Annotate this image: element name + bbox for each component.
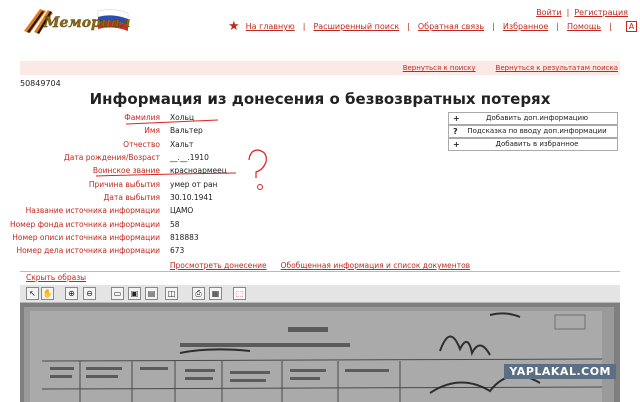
save-icon[interactable]: ▦ [209,287,222,300]
hide-images-link[interactable]: Скрыть образы [26,273,86,282]
divider [20,271,620,272]
watermark-text: YAPLAKAL.COM [504,364,616,379]
add-favorite-label: Добавить в избранное [495,140,579,148]
underline-rank-mark [95,172,237,177]
actual-size-icon[interactable]: ▤ [145,287,158,300]
viewer-toolbar: ↖ ✋ ⊕ ⊖ ▭ ▣ ▤ ◫ ⎙ ▦ ⬚ [20,285,620,303]
question-icon: ? [453,127,458,136]
fit-width-icon[interactable]: ▣ [128,287,141,300]
pdf-icon[interactable]: ⬚ [233,287,246,300]
pointer-tool-icon[interactable]: ↖ [26,287,39,300]
print-icon[interactable]: ⎙ [192,287,205,300]
plus-icon: + [453,114,460,123]
fit-page-icon[interactable]: ▭ [111,287,124,300]
document-links: Просмотреть донесение Обобщенная информац… [0,261,640,270]
view-report-link[interactable]: Просмотреть донесение [170,261,267,270]
add-favorite-button[interactable]: + Добавить в избранное [448,138,618,151]
summary-link[interactable]: Обобщенная информация и список документо… [281,261,470,270]
input-hint-button[interactable]: ? Подсказка по вводу доп.информации [448,125,618,138]
question-mark-scribble [248,149,267,190]
rotate-icon[interactable]: ◫ [165,287,178,300]
input-hint-label: Подсказка по вводу доп.информации [467,127,607,135]
hand-tool-icon[interactable]: ✋ [41,287,54,300]
add-info-label: Добавить доп.информацию [486,114,588,122]
zoom-in-icon[interactable]: ⊕ [65,287,78,300]
add-info-button[interactable]: + Добавить доп.информацию [448,112,618,125]
plus-icon: + [453,140,460,149]
scanned-document-image [20,303,620,402]
underline-surname-mark [125,119,219,125]
zoom-out-icon[interactable]: ⊖ [83,287,96,300]
